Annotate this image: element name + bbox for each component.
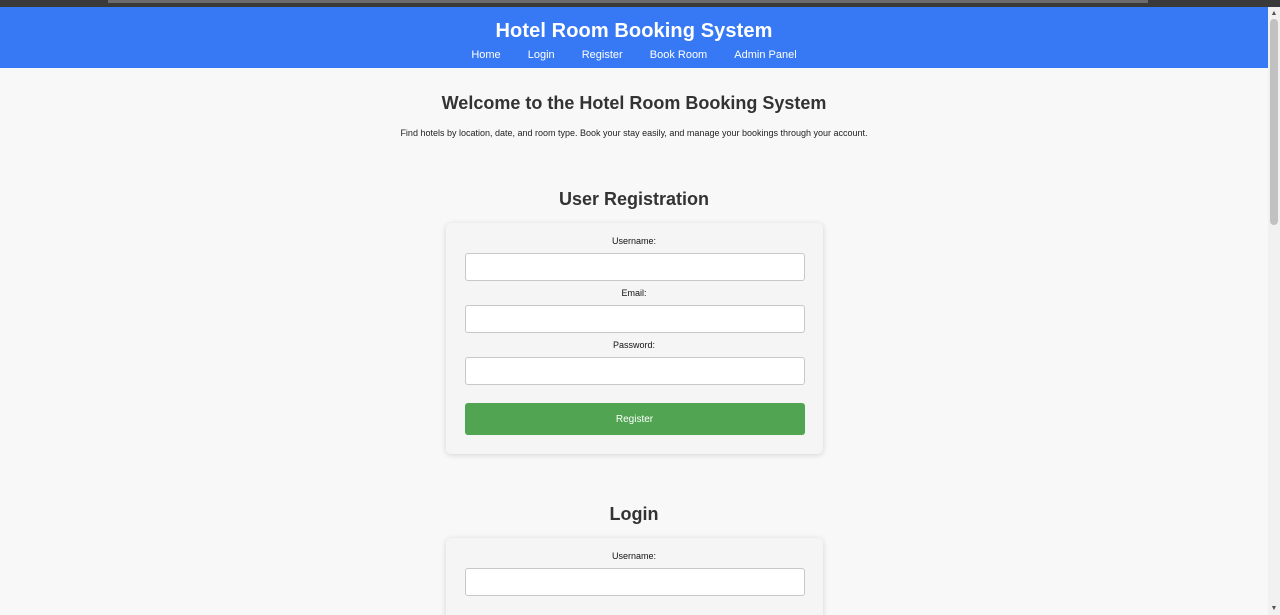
reg-email-label: Email: [621, 288, 647, 298]
register-button[interactable]: Register [464, 403, 805, 435]
reg-username-input[interactable] [464, 253, 805, 281]
login-username-input[interactable] [464, 568, 805, 596]
login-title: Login [609, 504, 659, 524]
login-username-label: Username: [611, 551, 656, 561]
browser-strip-highlight [108, 0, 1148, 3]
registration-form: Username: Email: Password: Register [445, 223, 823, 454]
browser-top-strip [0, 0, 1280, 7]
site-header: Hotel Room Booking System Home Login Reg… [0, 7, 1268, 68]
page-viewport: Hotel Room Booking System Home Login Reg… [0, 7, 1268, 615]
nav-book-room-link[interactable]: Book Room [650, 49, 707, 61]
scroll-down-arrow-icon[interactable]: ▼ [1268, 605, 1280, 613]
registration-title: User Registration [558, 189, 710, 209]
nav-home-link[interactable]: Home [471, 49, 500, 61]
main-nav: Home Login Register Book Room Admin Pane… [0, 49, 1268, 61]
site-title: Hotel Room Booking System [495, 20, 773, 42]
reg-password-label: Password: [612, 340, 656, 350]
nav-register-link[interactable]: Register [582, 49, 623, 61]
reg-username-label: Username: [611, 236, 656, 246]
nav-admin-panel-link[interactable]: Admin Panel [734, 49, 796, 61]
nav-login-link[interactable]: Login [528, 49, 555, 61]
vertical-scrollbar[interactable]: ▲ ▼ [1268, 7, 1280, 615]
welcome-heading: Welcome to the Hotel Room Booking System [441, 93, 827, 113]
intro-section: Welcome to the Hotel Room Booking System… [0, 93, 1268, 139]
reg-password-input[interactable] [464, 357, 805, 385]
intro-text: Find hotels by location, date, and room … [400, 128, 868, 138]
scroll-up-arrow-icon[interactable]: ▲ [1268, 10, 1280, 18]
reg-email-input[interactable] [464, 305, 805, 333]
scrollbar-thumb[interactable] [1270, 19, 1278, 225]
login-form: Username: [445, 538, 823, 615]
